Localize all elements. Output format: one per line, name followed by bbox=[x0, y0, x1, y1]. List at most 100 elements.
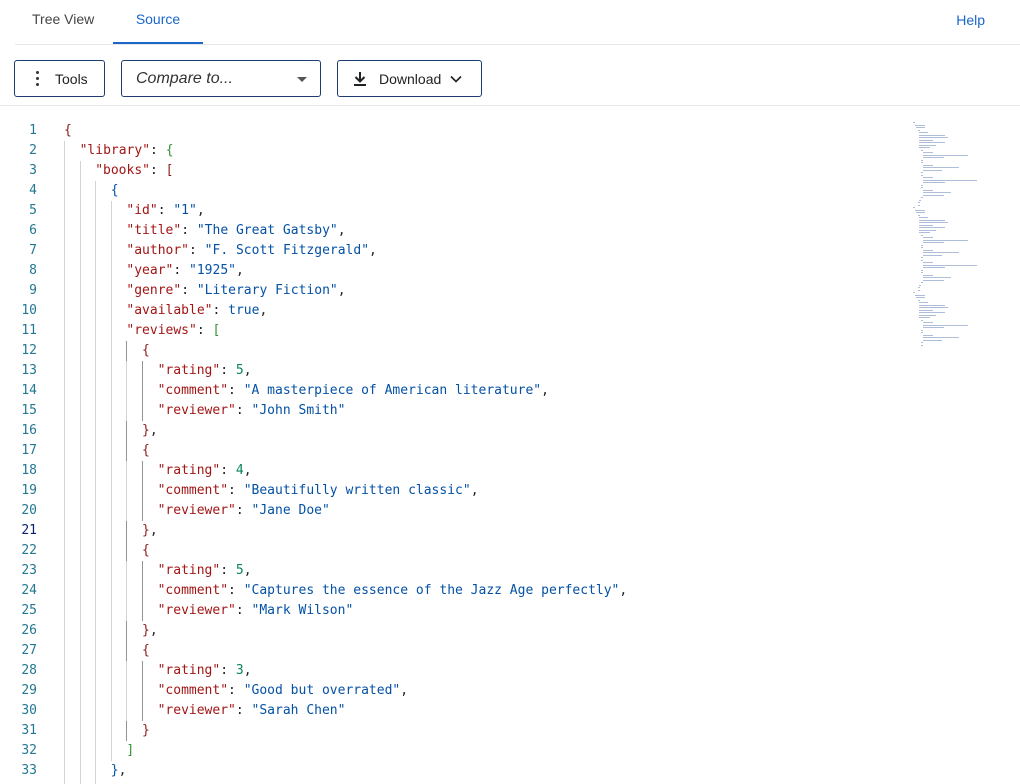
indent-guide bbox=[95, 581, 97, 601]
code-line[interactable]: 29 "comment": "Good but overrated", bbox=[0, 681, 900, 701]
indent-guide bbox=[95, 681, 97, 701]
code-line[interactable]: 11 "reviews": [ bbox=[0, 321, 900, 341]
indent-guide bbox=[95, 521, 97, 541]
code-token: "rating" bbox=[157, 463, 221, 478]
code-line[interactable]: 25 "reviewer": "Mark Wilson" bbox=[0, 601, 900, 621]
minimap-line bbox=[922, 192, 952, 193]
code-line[interactable]: 12 { bbox=[0, 341, 900, 361]
code-line[interactable]: 1{ bbox=[0, 121, 900, 141]
code-content: ] bbox=[126, 741, 134, 761]
minimap-line bbox=[919, 312, 945, 313]
code-line[interactable]: 21}, bbox=[0, 521, 900, 541]
code-line[interactable]: 20 "reviewer": "Jane Doe" bbox=[0, 501, 900, 521]
code-line[interactable]: 31} bbox=[0, 721, 900, 741]
minimap[interactable] bbox=[908, 122, 988, 362]
indent-guide bbox=[110, 321, 112, 341]
indent-guide bbox=[95, 721, 97, 741]
code-line[interactable]: 26}, bbox=[0, 621, 900, 641]
code-token: "1" bbox=[173, 203, 197, 218]
code-line[interactable]: 23 "rating": 5, bbox=[0, 561, 900, 581]
line-number: 32 bbox=[21, 743, 37, 758]
code-line[interactable]: 8 "year": "1925", bbox=[0, 261, 900, 281]
code-line[interactable]: 16}, bbox=[0, 421, 900, 441]
line-number: 9 bbox=[29, 283, 37, 298]
code-line[interactable]: 2 "library": { bbox=[0, 141, 900, 161]
indent-guide bbox=[126, 641, 128, 661]
code-token: : bbox=[149, 163, 166, 178]
code-token: "author" bbox=[126, 243, 190, 258]
minimap-line bbox=[921, 247, 923, 248]
line-number: 8 bbox=[29, 263, 37, 278]
minimap-line bbox=[921, 269, 923, 271]
code-line[interactable]: 14 "comment": "A masterpiece of American … bbox=[0, 381, 900, 401]
code-line[interactable]: 24 "comment": "Captures the essence of th… bbox=[0, 581, 900, 601]
minimap-line bbox=[919, 199, 922, 201]
minimap-line bbox=[921, 187, 923, 188]
tab-source[interactable]: Source bbox=[113, 0, 203, 44]
code-token: "F. Scott Fitzgerald" bbox=[204, 243, 370, 258]
indent-guide bbox=[64, 641, 65, 661]
minimap-line bbox=[921, 272, 923, 273]
code-line[interactable]: 28 "rating": 3, bbox=[0, 661, 900, 681]
code-line[interactable]: 30 "reviewer": "Sarah Chen" bbox=[0, 701, 900, 721]
code-line[interactable]: 4{ bbox=[0, 181, 900, 201]
code-content: }, bbox=[142, 521, 158, 541]
code-line[interactable]: 9 "genre": "Literary Fiction", bbox=[0, 281, 900, 301]
line-number: 26 bbox=[21, 623, 37, 638]
code-line[interactable]: 7 "author": "F. Scott Fitzgerald", bbox=[0, 241, 900, 261]
minimap-line bbox=[919, 229, 936, 231]
tab-tree-view[interactable]: Tree View bbox=[15, 0, 111, 44]
code-token: "1925" bbox=[189, 263, 236, 278]
code-line[interactable]: 13 "rating": 5, bbox=[0, 361, 900, 381]
chevron-down-icon bbox=[450, 75, 462, 83]
indent-guide bbox=[79, 601, 81, 621]
code-line[interactable]: 17 { bbox=[0, 441, 900, 461]
indent-guide bbox=[110, 401, 112, 421]
code-token: , bbox=[400, 683, 409, 698]
minimap-line bbox=[921, 234, 923, 236]
download-label: Download bbox=[379, 70, 442, 87]
code-line[interactable]: 32] bbox=[0, 741, 900, 761]
help-link[interactable]: Help bbox=[956, 0, 985, 40]
minimap-line bbox=[922, 177, 934, 178]
download-button[interactable]: Download bbox=[337, 60, 482, 97]
minimap-line bbox=[919, 232, 931, 233]
code-token: "books" bbox=[95, 163, 150, 178]
indent-guide bbox=[79, 641, 81, 661]
code-token: } bbox=[142, 523, 150, 538]
code-line[interactable]: 19 "comment": "Beautifully written classi… bbox=[0, 481, 900, 501]
json-source-editor[interactable]: 1{2 "library": {3 "books": [4{5 "id": "1", 6… bbox=[0, 106, 1020, 784]
compare-to-dropdown[interactable]: Compare to... bbox=[121, 60, 321, 97]
indent-guide bbox=[110, 741, 112, 761]
code-line[interactable]: 15 "reviewer": "John Smith" bbox=[0, 401, 900, 421]
minimap-line bbox=[921, 319, 923, 321]
code-token: "Mark Wilson" bbox=[251, 603, 354, 618]
code-token: } bbox=[142, 623, 150, 638]
code-line[interactable]: 5 "id": "1", bbox=[0, 201, 900, 221]
line-number: 2 bbox=[29, 143, 37, 158]
line-number: 5 bbox=[29, 203, 37, 218]
code-line[interactable]: 6 "title": "The Great Gatsby", bbox=[0, 221, 900, 241]
minimap-line bbox=[914, 294, 926, 296]
code-line[interactable]: 10 "available": true, bbox=[0, 301, 900, 321]
minimap-line bbox=[913, 207, 915, 208]
indent-guide bbox=[79, 481, 81, 501]
code-content: "reviewer": "Jane Doe" bbox=[158, 501, 330, 521]
indent-guide bbox=[95, 561, 97, 581]
code-line[interactable]: 3 "books": [ bbox=[0, 161, 900, 181]
tools-button[interactable]: Tools bbox=[14, 60, 105, 97]
code-token: 5 bbox=[235, 563, 244, 578]
minimap-line bbox=[921, 342, 923, 343]
code-line[interactable]: 18 "rating": 4, bbox=[0, 461, 900, 481]
code-line[interactable]: 33}, bbox=[0, 761, 900, 781]
line-number: 11 bbox=[21, 323, 37, 338]
indent-guide bbox=[95, 321, 97, 341]
code-token: : bbox=[235, 703, 252, 718]
code-line[interactable]: 22 { bbox=[0, 541, 900, 561]
indent-guide bbox=[110, 541, 112, 561]
indent-guide bbox=[95, 761, 97, 781]
minimap-line bbox=[921, 332, 923, 333]
code-line[interactable]: 27 { bbox=[0, 641, 900, 661]
code-content: "comment": "Captures the essence of the … bbox=[158, 581, 628, 601]
indent-guide bbox=[95, 481, 97, 501]
